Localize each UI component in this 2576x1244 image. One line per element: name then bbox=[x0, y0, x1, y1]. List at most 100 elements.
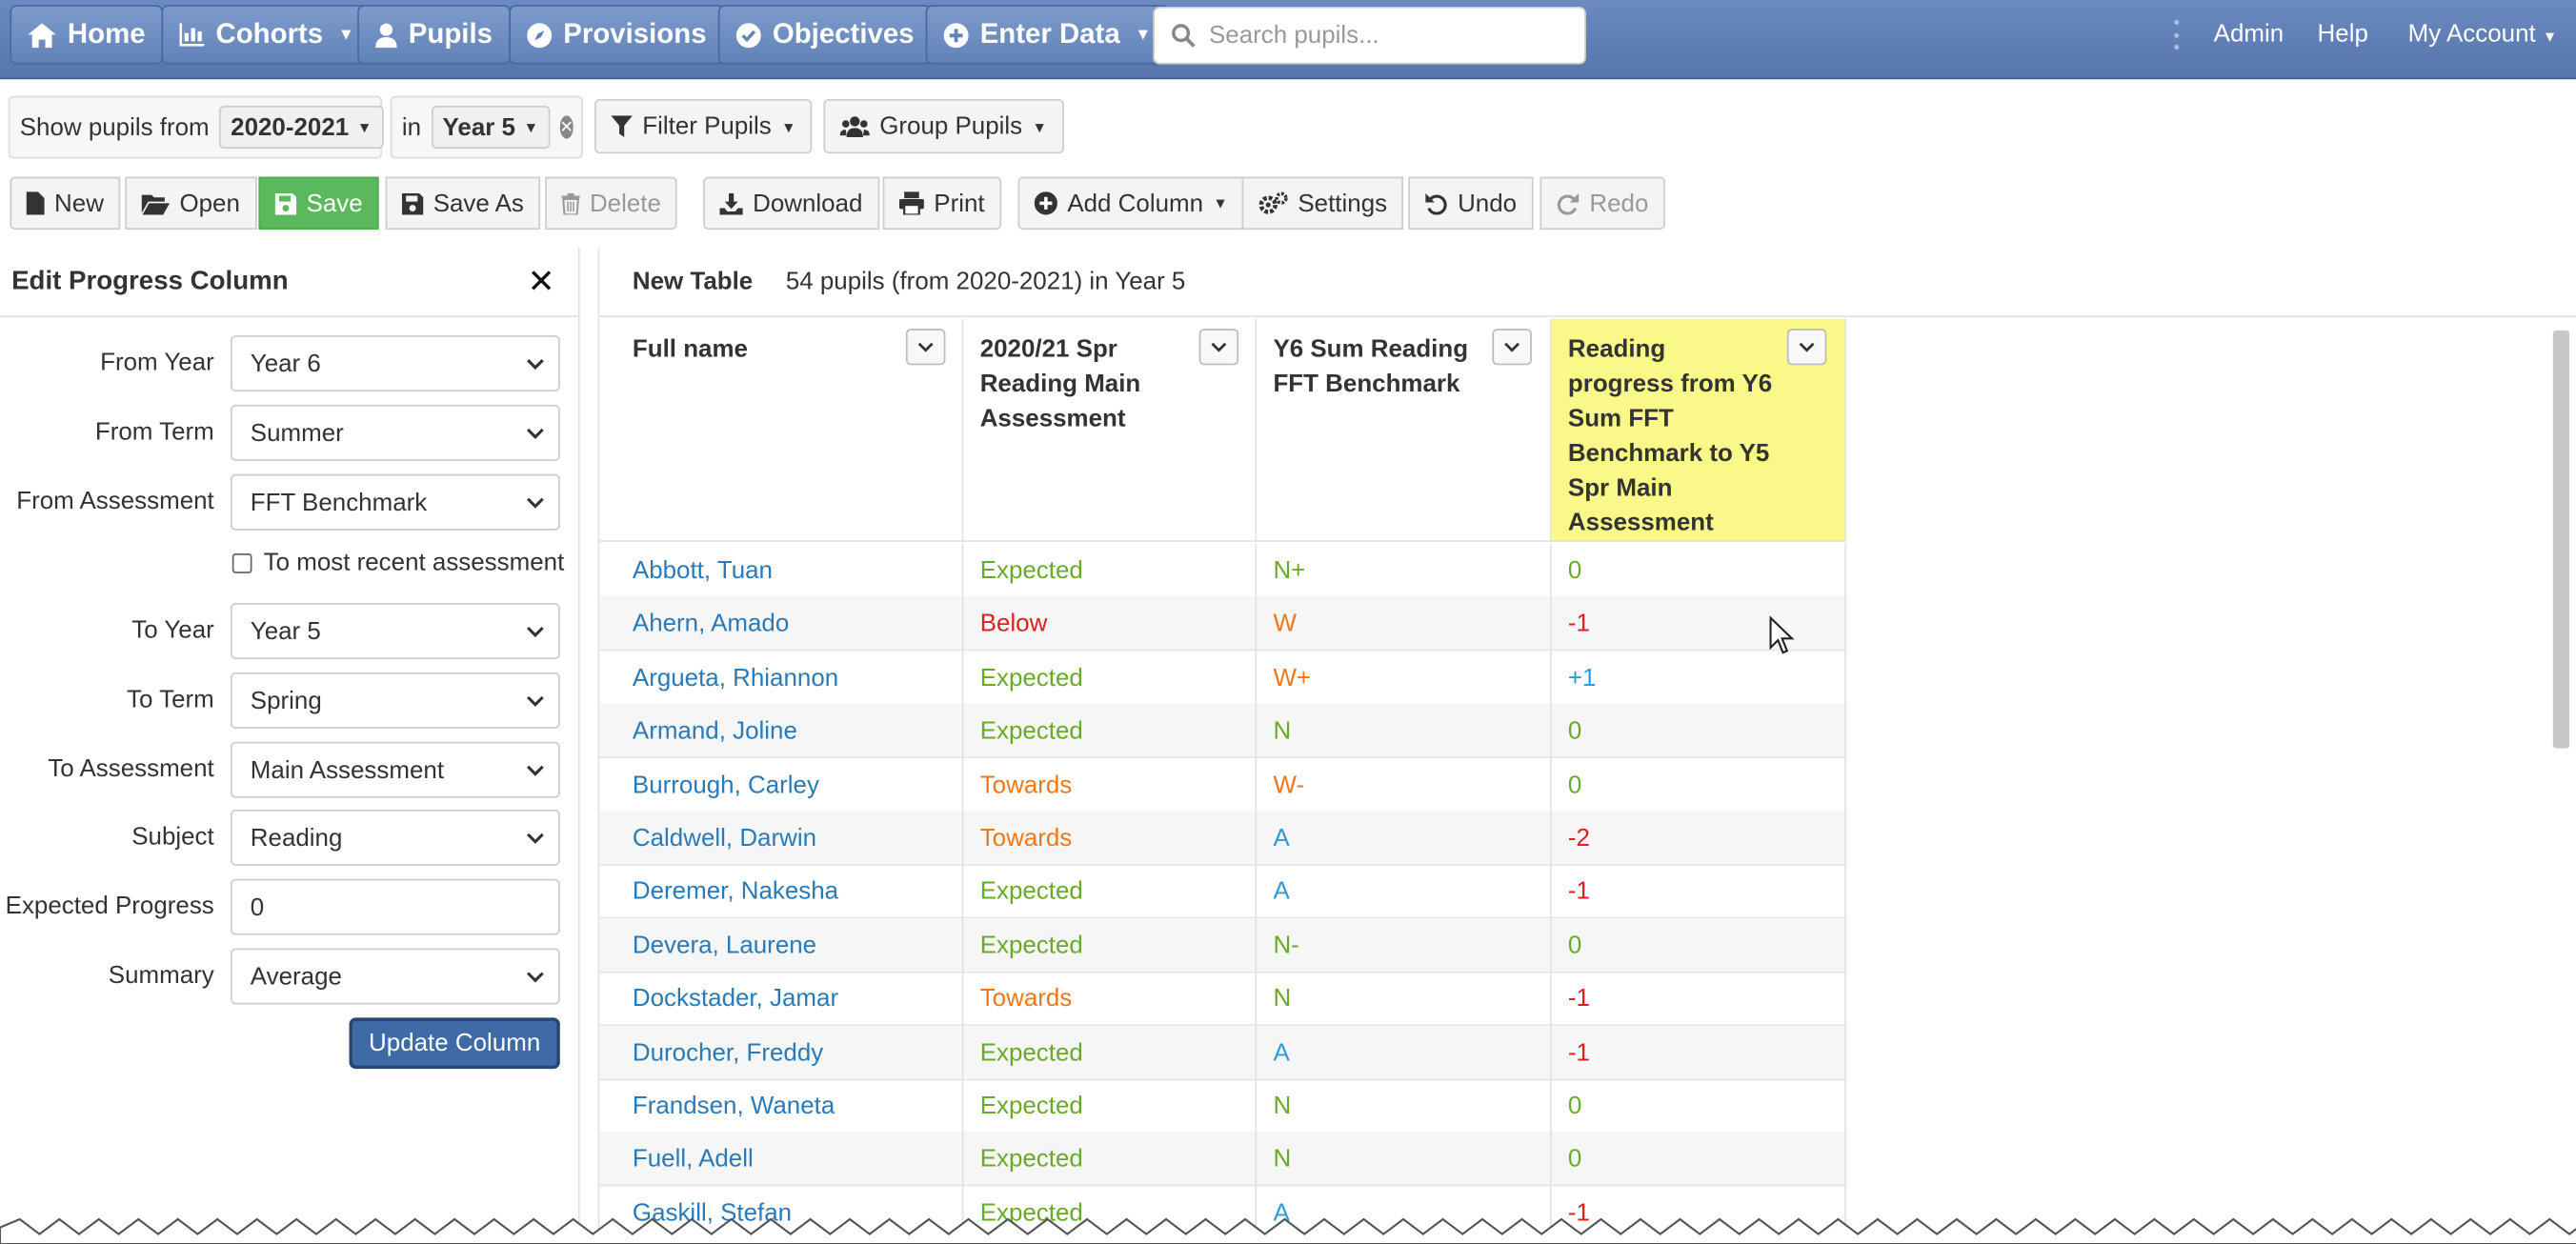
header-fft-benchmark[interactable]: Y6 Sum Reading FFT Benchmark bbox=[1257, 318, 1552, 542]
header-spring-assessment[interactable]: 2020/21 Spr Reading Main Assessment bbox=[963, 318, 1258, 542]
assessment-cell[interactable]: Expected bbox=[963, 1025, 1258, 1080]
subject-value: Reading bbox=[250, 823, 343, 853]
benchmark-cell[interactable]: W+ bbox=[1257, 651, 1552, 706]
redo-button[interactable]: Redo bbox=[1540, 176, 1665, 231]
filter-icon bbox=[611, 115, 633, 137]
pupil-name-link[interactable]: Durocher, Freddy bbox=[599, 1025, 964, 1080]
header-fft-benchmark-text: Y6 Sum Reading FFT Benchmark bbox=[1273, 332, 1468, 402]
nav-cohorts-button[interactable]: Cohorts ▼ bbox=[161, 5, 372, 65]
header-full-name[interactable]: Full name bbox=[599, 318, 964, 542]
assessment-cell[interactable]: Towards bbox=[963, 972, 1258, 1027]
assessment-cell[interactable]: Expected bbox=[963, 917, 1258, 973]
pupil-name-link[interactable]: Ahern, Amado bbox=[599, 596, 964, 652]
undo-button[interactable]: Undo bbox=[1408, 176, 1534, 231]
group-select[interactable]: Year 5 ▼ bbox=[431, 106, 551, 150]
pupil-name-link[interactable]: Frandsen, Waneta bbox=[599, 1078, 964, 1134]
assessment-cell[interactable]: Towards bbox=[963, 811, 1258, 866]
column-menu-button[interactable] bbox=[1198, 329, 1239, 366]
table-summary: 54 pupils (from 2020-2021) in Year 5 bbox=[785, 267, 1186, 296]
benchmark-cell[interactable]: W bbox=[1257, 596, 1552, 652]
nav-home-button[interactable]: Home bbox=[10, 5, 164, 65]
pupil-name-link[interactable]: Caldwell, Darwin bbox=[599, 811, 964, 866]
benchmark-cell[interactable]: N bbox=[1257, 1078, 1552, 1134]
progress-cell: +1 bbox=[1552, 651, 1847, 706]
benchmark-cell[interactable]: N+ bbox=[1257, 543, 1552, 598]
assessment-cell[interactable]: Expected bbox=[963, 543, 1258, 598]
benchmark-cell[interactable]: A bbox=[1257, 811, 1552, 866]
pupil-name-link[interactable]: Deremer, Nakesha bbox=[599, 864, 964, 920]
benchmark-cell[interactable]: N bbox=[1257, 704, 1552, 759]
nav-enter-data-button[interactable]: Enter Data ▼ bbox=[925, 5, 1170, 65]
from-term-select[interactable]: Summer bbox=[231, 404, 560, 461]
assessment-cell[interactable]: Expected bbox=[963, 651, 1258, 706]
assessment-cell[interactable]: Expected bbox=[963, 704, 1258, 759]
save-button[interactable]: Save bbox=[258, 176, 379, 231]
settings-button[interactable]: Settings bbox=[1241, 176, 1404, 231]
expected-progress-input[interactable]: 0 bbox=[231, 878, 560, 935]
filter-pupils-button[interactable]: Filter Pupils ▼ bbox=[594, 99, 813, 154]
search-box[interactable] bbox=[1153, 6, 1586, 65]
benchmark-cell[interactable]: A bbox=[1257, 864, 1552, 920]
most-recent-checkbox-row[interactable]: To most recent assessment bbox=[231, 549, 564, 576]
from-year-select[interactable]: Year 6 bbox=[231, 335, 560, 392]
nav-provisions-button[interactable]: Provisions bbox=[509, 5, 725, 65]
benchmark-cell[interactable]: N bbox=[1257, 972, 1552, 1027]
benchmark-cell[interactable]: A bbox=[1257, 1025, 1552, 1080]
benchmark-cell[interactable]: W- bbox=[1257, 757, 1552, 813]
save-as-button[interactable]: Save As bbox=[385, 176, 541, 231]
pupil-name-link[interactable]: Devera, Laurene bbox=[599, 917, 964, 973]
group-pupils-button[interactable]: Group Pupils ▼ bbox=[823, 99, 1064, 154]
to-term-select[interactable]: Spring bbox=[231, 672, 560, 729]
pupil-name-link[interactable]: Abbott, Tuan bbox=[599, 543, 964, 598]
pupil-name-link[interactable]: Burrough, Carley bbox=[599, 757, 964, 813]
help-link[interactable]: Help bbox=[2318, 20, 2368, 48]
more-options-icon[interactable] bbox=[2171, 19, 2181, 50]
year-select[interactable]: 2020-2021 ▼ bbox=[219, 106, 384, 150]
column-menu-button[interactable] bbox=[905, 329, 946, 366]
pupil-name-link[interactable]: Argueta, Rhiannon bbox=[599, 651, 964, 706]
nav-objectives-button[interactable]: Objectives bbox=[717, 5, 933, 65]
summary-select[interactable]: Average bbox=[231, 948, 560, 1005]
assessment-cell[interactable]: Expected bbox=[963, 864, 1258, 920]
in-label: in bbox=[401, 112, 422, 142]
assessment-cell[interactable]: Towards bbox=[963, 757, 1258, 813]
from-year-label: From Year bbox=[100, 348, 214, 377]
clear-filter-icon[interactable]: ✕ bbox=[559, 115, 574, 139]
open-button[interactable]: Open bbox=[125, 176, 257, 231]
add-column-button[interactable]: Add Column ▼ bbox=[1017, 176, 1245, 231]
caret-down-icon: ▼ bbox=[356, 118, 372, 136]
search-input[interactable] bbox=[1209, 21, 1572, 50]
admin-link[interactable]: Admin bbox=[2214, 20, 2284, 48]
update-column-button[interactable]: Update Column bbox=[349, 1017, 560, 1070]
download-label: Download bbox=[753, 189, 863, 218]
pupil-name-link[interactable]: Dockstader, Jamar bbox=[599, 972, 964, 1027]
new-button[interactable]: New bbox=[10, 176, 121, 231]
assessment-cell[interactable]: Expected bbox=[963, 1078, 1258, 1134]
header-line: Sum FFT bbox=[1567, 404, 1674, 433]
table-row: Abbott, Tuan Expected N+ 0 bbox=[599, 543, 1847, 598]
print-button[interactable]: Print bbox=[882, 176, 1001, 231]
pupil-name-link[interactable]: Armand, Joline bbox=[599, 704, 964, 759]
to-year-select[interactable]: Year 5 bbox=[231, 603, 560, 660]
caret-down-icon: ▼ bbox=[1032, 118, 1047, 135]
assessment-cell[interactable]: Expected bbox=[963, 1132, 1258, 1187]
delete-button[interactable]: Delete bbox=[545, 176, 678, 231]
close-icon[interactable]: ✕ bbox=[528, 261, 555, 302]
most-recent-checkbox[interactable] bbox=[231, 552, 252, 572]
from-year-row: From Year Year 6 bbox=[0, 335, 580, 392]
vertical-scrollbar[interactable] bbox=[2552, 330, 2570, 749]
column-menu-button[interactable] bbox=[1492, 329, 1532, 366]
redo-icon bbox=[1557, 192, 1580, 215]
my-account-link[interactable]: My Account ▼ bbox=[2408, 20, 2558, 48]
assessment-cell[interactable]: Below bbox=[963, 596, 1258, 652]
header-reading-progress[interactable]: Reading progress from Y6 Sum FFT Benchma… bbox=[1551, 318, 1847, 542]
download-button[interactable]: Download bbox=[703, 176, 879, 231]
subject-select[interactable]: Reading bbox=[231, 809, 560, 866]
nav-pupils-button[interactable]: Pupils bbox=[357, 5, 511, 65]
pupil-name-link[interactable]: Fuell, Adell bbox=[599, 1132, 964, 1187]
from-assessment-select[interactable]: FFT Benchmark bbox=[231, 473, 560, 531]
benchmark-cell[interactable]: N- bbox=[1257, 917, 1552, 973]
benchmark-cell[interactable]: N bbox=[1257, 1132, 1552, 1187]
to-assessment-select[interactable]: Main Assessment bbox=[231, 741, 560, 798]
column-menu-button[interactable] bbox=[1786, 329, 1827, 366]
